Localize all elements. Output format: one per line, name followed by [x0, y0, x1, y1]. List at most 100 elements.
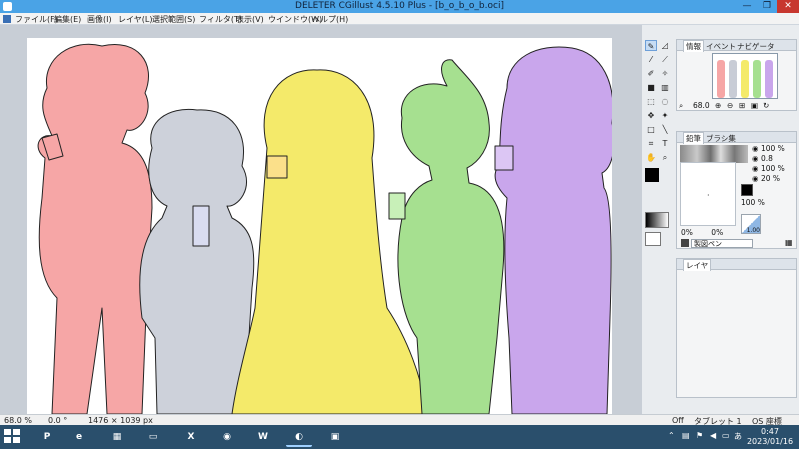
brush-tool-icon[interactable]: ⁄: [645, 54, 657, 65]
menu-help[interactable]: ヘルプ(H): [312, 14, 348, 25]
figure-purple: [494, 46, 612, 414]
actual-size-icon[interactable]: ▣: [751, 101, 758, 110]
figure-grey: [139, 108, 255, 414]
text-tool-icon[interactable]: T: [659, 138, 671, 149]
preview-left-value: 0%: [681, 228, 693, 237]
minimize-button[interactable]: —: [737, 0, 757, 13]
rotation-unit: %: [772, 174, 781, 183]
taskbar-explorer-icon[interactable]: e: [66, 427, 92, 447]
tab-pencil[interactable]: 鉛筆: [683, 132, 704, 144]
thumb-figure-grey: [729, 60, 737, 98]
brush-settings-icon[interactable]: [681, 239, 689, 247]
menu-image[interactable]: 画像(I): [87, 14, 112, 25]
maximize-button[interactable]: ❐: [757, 0, 777, 13]
thumb-figure-green: [753, 60, 761, 98]
opacity-value[interactable]: 0.8: [761, 154, 773, 163]
foreground-color-icon[interactable]: [645, 168, 659, 182]
navigator-tabs: 情報 イベント ナビゲータ: [677, 40, 796, 52]
hand-tool-icon[interactable]: ✋: [645, 152, 657, 163]
preview-footer: 0% 0%: [681, 228, 723, 237]
pencil-tool-icon[interactable]: ✐: [645, 68, 657, 79]
menu-view[interactable]: 表示(V): [236, 14, 264, 25]
tab-info[interactable]: 情報: [683, 40, 704, 52]
tray-volume-icon[interactable]: ◀: [710, 431, 716, 440]
lasso-tool-icon[interactable]: ◌: [659, 96, 671, 107]
tab-layer[interactable]: レイヤ: [683, 259, 712, 271]
menu-layer[interactable]: レイヤ(L): [118, 14, 152, 25]
taskbar-project-icon[interactable]: ▦: [104, 427, 130, 447]
zoom-tool-icon[interactable]: ⌕: [659, 152, 671, 163]
preview-pct: %: [757, 198, 765, 207]
tab-brush-collection[interactable]: ブラシ集: [706, 133, 736, 144]
size-value[interactable]: 100: [761, 144, 775, 153]
tab-events[interactable]: イベント: [706, 41, 736, 52]
layer-tabs: レイヤ: [677, 259, 796, 271]
shape-tool-icon[interactable]: □: [645, 124, 657, 135]
brush-panel: 鉛筆 ブラシ集 ◉ 100 % ◉ 0.8 ◉ 100 % ◉ 20 % · 0…: [676, 131, 797, 249]
drawing-canvas[interactable]: [27, 38, 612, 414]
tray-ime-indicator[interactable]: あ: [734, 431, 742, 442]
menu-file[interactable]: ファイル(F): [15, 14, 58, 25]
tray-chevron-icon[interactable]: ⌃: [668, 431, 675, 440]
line-tool-icon[interactable]: ╲: [659, 124, 671, 135]
rotation-value[interactable]: 20: [761, 174, 771, 183]
crop-tool-icon[interactable]: ⌗: [645, 138, 657, 149]
brush-dot-icon: ·: [707, 191, 710, 200]
gradient-tool-icon[interactable]: ▥: [659, 82, 671, 93]
taskbar-excel-icon[interactable]: X: [178, 427, 204, 447]
close-button[interactable]: ✕: [777, 0, 799, 13]
thumb-figure-red: [717, 60, 725, 98]
brush-tip-preview: ·: [680, 162, 736, 226]
fit-icon[interactable]: ⊞: [739, 101, 745, 110]
taskbar-word-icon[interactable]: W: [250, 427, 276, 447]
brush-name-field[interactable]: 製図ペン: [691, 239, 753, 248]
eraser-tool-icon[interactable]: ◿: [659, 40, 671, 51]
tray-power-icon[interactable]: ▭: [722, 431, 730, 440]
zoom-in-icon[interactable]: ⊕: [715, 101, 721, 110]
window-title: DELETER CGillust 4.5.10 Plus - [b_o_b_o_…: [295, 1, 504, 11]
navigator-zoom-value[interactable]: 68.0: [693, 101, 710, 110]
menu-edit[interactable]: 編集(E): [54, 14, 81, 25]
preview-value: 100: [741, 198, 756, 207]
pen-tool-icon[interactable]: ✎: [645, 40, 657, 51]
taskbar-folder-icon[interactable]: ▭: [140, 427, 166, 447]
status-canvas-size: 1476 × 1039 px: [88, 416, 153, 425]
brush-stroke-preview[interactable]: [680, 145, 748, 163]
clock-time: 0:47: [761, 427, 779, 436]
fill-tool-icon[interactable]: ■: [645, 82, 657, 93]
status-off: Off: [672, 416, 684, 425]
brush-color-swatch[interactable]: [741, 184, 753, 196]
gradient-preview-icon[interactable]: [645, 212, 669, 228]
density-unit: %: [777, 164, 785, 173]
preview-badge-value: 1.00: [746, 227, 760, 234]
taskbar: P e ▦ ▭ X ◉ W ◐ ▣ ⌃ ▤ ⚑ ◀ ▭ あ 0:47 2023/…: [0, 425, 799, 449]
start-button[interactable]: [4, 429, 22, 445]
document-icon[interactable]: [3, 15, 11, 23]
tray-flag-icon[interactable]: ⚑: [696, 431, 703, 440]
taskbar-clock[interactable]: 0:47 2023/01/16: [744, 427, 796, 447]
taskbar-cgillust-icon[interactable]: ◐: [286, 427, 312, 447]
density-row: ◉ 100 %: [752, 164, 785, 173]
tray-network-icon[interactable]: ▤: [682, 431, 690, 440]
menu-selection[interactable]: 選択範囲(S): [152, 14, 195, 25]
canvas-workspace[interactable]: [0, 25, 642, 414]
wand-tool-icon[interactable]: ✦: [659, 110, 671, 121]
brush-menu-icon[interactable]: ▦: [785, 238, 793, 247]
layer-panel: レイヤ: [676, 258, 797, 398]
navigator-thumbnail[interactable]: [712, 53, 778, 99]
rotate-icon[interactable]: ↻: [763, 101, 769, 110]
marker-tool-icon[interactable]: ⟋: [659, 54, 671, 65]
taskbar-viewer-icon[interactable]: ▣: [322, 427, 348, 447]
zoom-icon: ⌕: [679, 101, 684, 110]
taskbar-powerpoint-icon[interactable]: P: [34, 427, 60, 447]
airbrush-tool-icon[interactable]: ✧: [659, 68, 671, 79]
taskbar-chrome-icon[interactable]: ◉: [214, 427, 240, 447]
zoom-out-icon[interactable]: ⊖: [727, 101, 733, 110]
density-value[interactable]: 100: [761, 164, 775, 173]
background-color-icon[interactable]: [645, 232, 661, 246]
preview-right-value: 0%: [711, 228, 724, 237]
thumb-figure-yellow: [741, 60, 749, 98]
move-tool-icon[interactable]: ✥: [645, 110, 657, 121]
tab-navigator[interactable]: ナビゲータ: [737, 41, 775, 52]
select-tool-icon[interactable]: ⬚: [645, 96, 657, 107]
